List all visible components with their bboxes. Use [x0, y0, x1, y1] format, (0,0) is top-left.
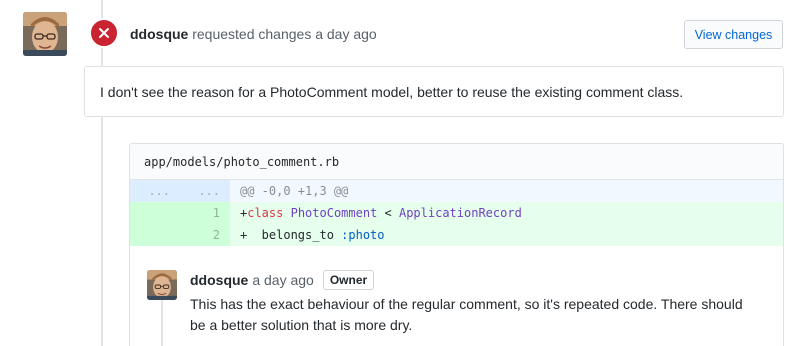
diff-line-added[interactable]: 1 +class PhotoComment < ApplicationRecord — [130, 202, 783, 224]
hunk-header-text: @@ -0,0 +1,3 @@ — [240, 184, 349, 198]
code-token: :photo — [341, 228, 385, 242]
right-line-number[interactable]: 2 — [180, 224, 230, 246]
code-token: PhotoComment — [290, 206, 378, 220]
avatar[interactable] — [23, 12, 67, 56]
left-line-number: ... — [130, 180, 180, 202]
comment-body: This has the exact behaviour of the regu… — [190, 296, 743, 333]
code-token: class — [247, 206, 284, 220]
code-token: belongs_to — [247, 228, 342, 242]
code-token: ApplicationRecord — [398, 206, 522, 220]
right-line-number[interactable]: 1 — [180, 202, 230, 224]
right-line-number: ... — [180, 180, 230, 202]
comment-header: ddosque a day ago Owner — [190, 270, 375, 290]
review-author[interactable]: ddosque — [130, 26, 188, 42]
timeline-line — [101, 0, 103, 346]
review-body-text: I don't see the reason for a PhotoCommen… — [100, 84, 684, 100]
review-thread: app/models/photo_comment.rb ... ... @@ -… — [129, 143, 784, 346]
left-line-number — [130, 202, 180, 224]
file-path[interactable]: app/models/photo_comment.rb — [130, 144, 783, 180]
comment-thread-line — [161, 300, 163, 346]
comment-avatar[interactable] — [147, 270, 177, 300]
left-line-number — [130, 224, 180, 246]
review-body: I don't see the reason for a PhotoCommen… — [84, 66, 784, 117]
diff-lines: 1 +class PhotoComment < ApplicationRecord… — [130, 202, 783, 246]
review-header: ddosque requested changes a day ago — [130, 24, 377, 44]
comment-time[interactable]: a day ago — [252, 270, 314, 290]
diff-code: + belongs_to :photo — [230, 224, 783, 246]
comment-author[interactable]: ddosque — [190, 270, 248, 290]
hunk-header-row: ... ... @@ -0,0 +1,3 @@ — [130, 180, 783, 202]
code-token: < — [377, 206, 399, 220]
view-changes-button[interactable]: View changes — [684, 20, 783, 49]
file-path-text[interactable]: app/models/photo_comment.rb — [144, 155, 339, 169]
diff-line-added[interactable]: 2 + belongs_to :photo — [130, 224, 783, 246]
owner-badge: Owner — [322, 270, 375, 290]
diff-code: +class PhotoComment < ApplicationRecord — [230, 202, 783, 224]
review-action: requested changes a day ago — [192, 26, 377, 42]
changes-requested-icon — [89, 18, 119, 48]
